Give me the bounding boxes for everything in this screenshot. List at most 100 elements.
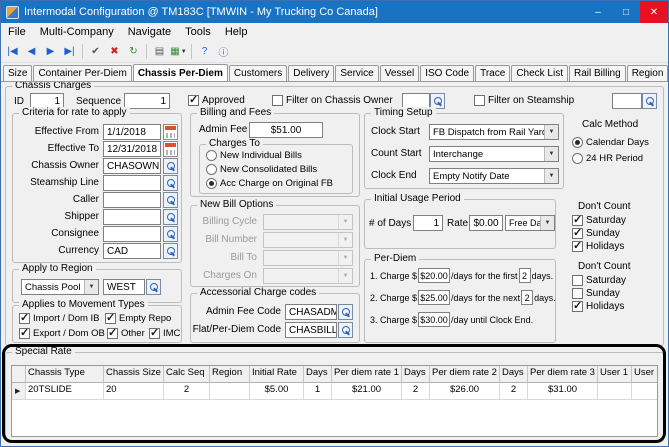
cell-per-diem-rate-3[interactable]: $31.00 <box>528 383 598 400</box>
lookup-icon[interactable] <box>338 322 353 338</box>
tab-check-list[interactable]: Check List <box>511 65 568 81</box>
lookup-icon[interactable] <box>163 175 178 191</box>
calendar-icon[interactable] <box>163 124 178 140</box>
close-button[interactable]: ✕ <box>640 1 668 23</box>
shipper-field[interactable] <box>103 209 161 225</box>
sequence-field[interactable]: 1 <box>124 93 170 109</box>
lookup-icon[interactable] <box>146 279 161 295</box>
per-diem-2-days-field[interactable]: 2 <box>521 290 533 305</box>
lookup-icon[interactable] <box>163 243 178 259</box>
tab-customers[interactable]: Customers <box>229 65 287 81</box>
rate-field[interactable]: $0.00 <box>469 215 503 231</box>
acc-charge-original-fb-radio[interactable]: Acc Charge on Original FB <box>206 178 333 189</box>
approved-checkbox[interactable]: Approved <box>188 95 245 106</box>
tab-chassis-per-diem[interactable]: Chassis Per-Diem <box>133 64 228 82</box>
admin-fee-code-field[interactable]: CHASADM <box>285 304 337 320</box>
grid-view-button[interactable]: ▦ ▼ <box>169 42 188 61</box>
last-record-button[interactable]: ▶| <box>60 42 79 61</box>
filter-steamship-field[interactable] <box>612 93 642 109</box>
empty-repo-checkbox[interactable]: Empty Repo <box>105 313 171 324</box>
import-dom-ib-checkbox[interactable]: Import / Dom IB <box>19 313 100 324</box>
tab-rail-billing[interactable]: Rail Billing <box>569 65 626 81</box>
cell-per-diem-rate-1[interactable]: $21.00 <box>332 383 402 400</box>
tab-region[interactable]: Region <box>627 65 668 81</box>
chassis-owner-field[interactable]: CHASOWNER <box>103 158 161 174</box>
initial-sunday-checkbox[interactable]: Sunday <box>572 228 620 239</box>
menu-multi-company[interactable]: Multi-Company <box>33 25 121 39</box>
column-header-per-diem-rate-1[interactable]: Per diem rate 1 <box>332 366 402 383</box>
column-header-user-1[interactable]: User 1 <box>598 366 632 383</box>
per-diem-holidays-checkbox[interactable]: Holidays <box>572 301 624 312</box>
cancel-button[interactable]: ✖ <box>105 42 124 61</box>
tab-iso-code[interactable]: ISO Code <box>420 65 474 81</box>
column-header-calc-seq[interactable]: Calc Seq <box>164 366 210 383</box>
clock-end-select[interactable]: Empty Notify Date <box>429 168 559 184</box>
calendar-icon[interactable] <box>163 141 178 157</box>
refresh-button[interactable]: ↻ <box>124 42 143 61</box>
imc-checkbox[interactable]: IMC <box>149 328 180 339</box>
special-rate-grid[interactable]: Chassis Type Chassis Size Calc Seq Regio… <box>11 365 658 437</box>
cell-days-2[interactable]: 2 <box>402 383 430 400</box>
effective-to-field[interactable]: 12/31/2018 <box>103 141 161 157</box>
lookup-icon[interactable] <box>163 192 178 208</box>
maximize-button[interactable]: □ <box>612 1 640 23</box>
lookup-icon[interactable] <box>642 93 657 109</box>
per-diem-1-days-field[interactable]: 2 <box>519 268 531 283</box>
currency-field[interactable]: CAD <box>103 243 161 259</box>
filter-steamship-checkbox[interactable]: Filter on Steamship <box>474 95 574 106</box>
cell-initial-rate[interactable]: $5.00 <box>250 383 304 400</box>
tab-vessel[interactable]: Vessel <box>380 65 419 81</box>
steamship-line-field[interactable] <box>103 175 161 191</box>
consignee-field[interactable] <box>103 226 161 242</box>
menu-help[interactable]: Help <box>218 25 255 39</box>
column-header-chassis-type[interactable]: Chassis Type <box>26 366 104 383</box>
help-button[interactable]: ? <box>195 42 214 61</box>
clock-start-select[interactable]: FB Dispatch from Rail Yard <box>429 124 559 140</box>
per-diem-1-amount-field[interactable]: $20.00 <box>418 268 450 283</box>
region-field[interactable]: WEST <box>103 279 145 295</box>
count-start-select[interactable]: Interchange <box>429 146 559 162</box>
num-days-field[interactable]: 1 <box>413 215 443 231</box>
per-diem-saturday-checkbox[interactable]: Saturday <box>572 275 626 286</box>
new-consolidated-bills-radio[interactable]: New Consolidated Bills <box>206 164 317 175</box>
calendar-days-radio[interactable]: Calendar Days <box>572 137 649 148</box>
save-button[interactable]: ✔ <box>86 42 105 61</box>
column-header-initial-rate[interactable]: Initial Rate <box>250 366 304 383</box>
minimize-button[interactable]: – <box>584 1 612 23</box>
filter-chassis-owner-checkbox[interactable]: Filter on Chassis Owner <box>272 95 393 106</box>
export-dom-ob-checkbox[interactable]: Export / Dom OB <box>19 328 105 339</box>
column-header-region[interactable]: Region <box>210 366 250 383</box>
column-header-days-2[interactable]: Days <box>402 366 430 383</box>
lookup-icon[interactable] <box>163 209 178 225</box>
24-hr-period-radio[interactable]: 24 HR Period <box>572 153 643 164</box>
cell-region[interactable] <box>210 383 250 400</box>
effective-from-field[interactable]: 1/1/2018 <box>103 124 161 140</box>
lookup-icon[interactable] <box>163 226 178 242</box>
per-diem-sunday-checkbox[interactable]: Sunday <box>572 288 620 299</box>
rate-mode-select[interactable]: Free Days <box>505 215 555 231</box>
cell-days-1[interactable]: 1 <box>304 383 332 400</box>
tab-container-per-diem[interactable]: Container Per-Diem <box>33 65 131 81</box>
caller-field[interactable] <box>103 192 161 208</box>
previous-record-button[interactable]: ◀ <box>22 42 41 61</box>
initial-holidays-checkbox[interactable]: Holidays <box>572 241 624 252</box>
next-record-button[interactable]: ▶ <box>41 42 60 61</box>
other-checkbox[interactable]: Other <box>107 328 145 339</box>
column-header-user-2[interactable]: User 2 <box>632 366 658 383</box>
column-header-chassis-size[interactable]: Chassis Size <box>104 366 164 383</box>
tab-size[interactable]: Size <box>3 65 32 81</box>
cell-user-2[interactable] <box>632 383 658 400</box>
cell-chassis-size[interactable]: 20 <box>104 383 164 400</box>
cell-per-diem-rate-2[interactable]: $26.00 <box>430 383 500 400</box>
column-header-per-diem-rate-2[interactable]: Per diem rate 2 <box>430 366 500 383</box>
column-header-days-1[interactable]: Days <box>304 366 332 383</box>
cell-days-3[interactable]: 2 <box>500 383 528 400</box>
cell-chassis-type[interactable]: 20TSLIDE <box>26 383 104 400</box>
info-button[interactable]: ⓘ <box>214 42 233 61</box>
column-header-per-diem-rate-3[interactable]: Per diem rate 3 <box>528 366 598 383</box>
first-record-button[interactable]: |◀ <box>3 42 22 61</box>
flat-per-diem-code-field[interactable]: CHASBILL <box>285 322 337 338</box>
initial-saturday-checkbox[interactable]: Saturday <box>572 215 626 226</box>
per-diem-2-amount-field[interactable]: $25.00 <box>418 290 450 305</box>
cell-calc-seq[interactable]: 2 <box>164 383 210 400</box>
